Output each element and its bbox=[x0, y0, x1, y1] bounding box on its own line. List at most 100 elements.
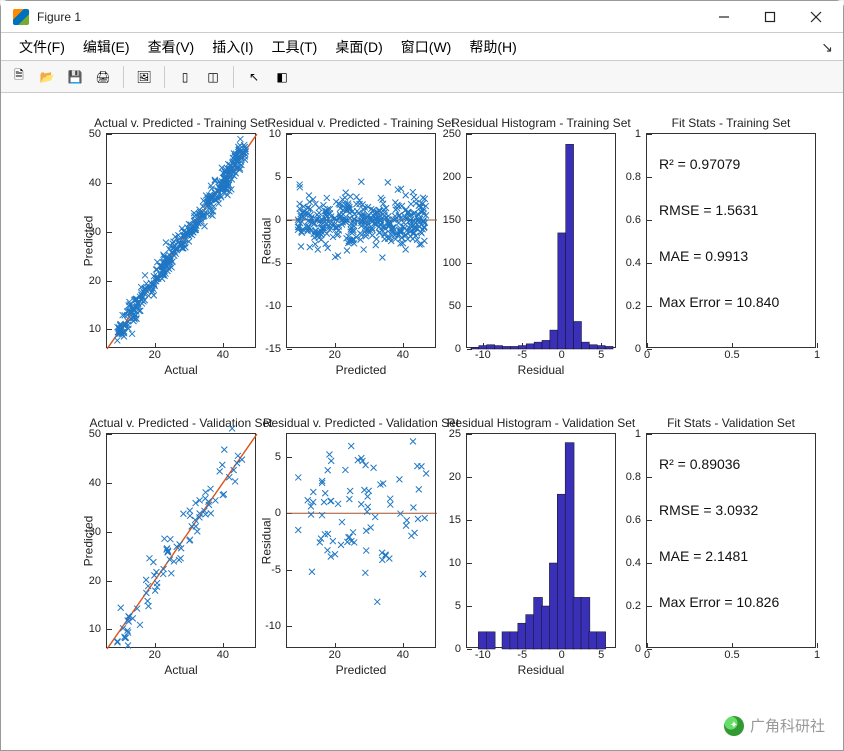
stat-mae: MAE = 2.1481 bbox=[659, 548, 748, 564]
print-button[interactable]: 🖨 bbox=[91, 65, 115, 89]
x-tick-label: 0 bbox=[644, 649, 650, 661]
y-tick-label: 15 bbox=[449, 514, 461, 526]
x-tick-label: 5 bbox=[598, 649, 604, 661]
hist-bar bbox=[597, 346, 605, 349]
y-tick-label: 150 bbox=[443, 214, 461, 226]
hist-bar bbox=[526, 344, 534, 349]
print-icon: 🖨 bbox=[95, 70, 110, 84]
y-axis-label: Predicted bbox=[81, 215, 95, 266]
hist-bar bbox=[589, 632, 598, 649]
x-tick-label: 5 bbox=[598, 349, 604, 361]
hist-bar bbox=[589, 345, 597, 349]
matlab-icon bbox=[13, 9, 29, 25]
hist-bar bbox=[487, 345, 495, 349]
close-button[interactable] bbox=[793, 2, 839, 32]
axes-title: Actual v. Predicted - Training Set bbox=[94, 116, 268, 130]
hist-bar bbox=[518, 623, 527, 649]
new-file-button[interactable]: 🗎 bbox=[7, 65, 31, 89]
menu-bar: 文件(F) 编辑(E) 查看(V) 插入(I) 工具(T) 桌面(D) 窗口(W… bbox=[1, 33, 843, 61]
y-tick-label: 0 bbox=[635, 343, 641, 355]
y-tick-label: -10 bbox=[265, 620, 281, 632]
menu-edit[interactable]: 编辑(E) bbox=[75, 35, 138, 59]
hist-bar bbox=[558, 233, 566, 349]
axes-val_scatter[interactable]: Actual v. Predicted - Validation SetActu… bbox=[106, 433, 256, 648]
x-tick-label: 0 bbox=[644, 349, 650, 361]
axes-title: Residual Histogram - Validation Set bbox=[447, 416, 636, 430]
menu-file[interactable]: 文件(F) bbox=[11, 35, 73, 59]
x-tick-label: 40 bbox=[217, 349, 229, 361]
window-title: Figure 1 bbox=[35, 10, 81, 24]
hist-bar bbox=[565, 443, 574, 649]
axes-val_stats[interactable]: Fit Stats - Validation Set00.5100.20.40.… bbox=[646, 433, 816, 648]
y-tick-label: 5 bbox=[455, 600, 461, 612]
hist-bar bbox=[534, 342, 542, 349]
hist-bar bbox=[518, 346, 526, 349]
arrow-button[interactable]: ↖ bbox=[242, 65, 266, 89]
y-tick-label: 50 bbox=[89, 128, 101, 140]
open-folder-icon: 📂 bbox=[40, 70, 55, 84]
inspect-button[interactable]: ◧ bbox=[270, 65, 294, 89]
hist-bar bbox=[605, 346, 613, 349]
x-axis-label: Actual bbox=[164, 363, 197, 377]
menu-insert[interactable]: 插入(I) bbox=[204, 35, 261, 59]
y-tick-label: 1 bbox=[635, 428, 641, 440]
x-tick-label: 40 bbox=[397, 349, 409, 361]
minimize-button[interactable] bbox=[701, 2, 747, 32]
y-tick-label: 50 bbox=[449, 300, 461, 312]
hist-bar bbox=[479, 346, 487, 349]
y-tick-label: -5 bbox=[271, 257, 281, 269]
axes-val_resid[interactable]: Residual v. Predicted - Validation SetPr… bbox=[286, 433, 436, 648]
hist-bar bbox=[581, 342, 589, 349]
y-tick-label: 40 bbox=[89, 477, 101, 489]
y-tick-label: 0 bbox=[275, 214, 281, 226]
y-tick-label: 0.6 bbox=[626, 214, 641, 226]
menu-help[interactable]: 帮助(H) bbox=[461, 35, 524, 59]
figure-icon: 🖼 bbox=[136, 70, 151, 84]
axes-train_stats[interactable]: Fit Stats - Training Set00.5100.20.40.60… bbox=[646, 133, 816, 348]
menu-overflow-icon[interactable]: ↘ bbox=[821, 39, 833, 56]
axes-title: Residual Histogram - Training Set bbox=[451, 116, 630, 130]
layout-2-button[interactable]: ◫ bbox=[201, 65, 225, 89]
x-tick-label: 0 bbox=[559, 649, 565, 661]
y-tick-label: 0.4 bbox=[626, 557, 641, 569]
y-tick-label: -15 bbox=[265, 343, 281, 355]
hist-bar bbox=[502, 632, 511, 649]
menu-window[interactable]: 窗口(W) bbox=[393, 35, 460, 59]
y-tick-label: 0.4 bbox=[626, 257, 641, 269]
hist-bar bbox=[542, 340, 550, 349]
figure-button[interactable]: 🖼 bbox=[132, 65, 156, 89]
figure-canvas[interactable]: ✦ 广角科研社 Actual v. Predicted - Training S… bbox=[1, 93, 843, 750]
stat-r2: R² = 0.97079 bbox=[659, 156, 740, 172]
maximize-button[interactable] bbox=[747, 2, 793, 32]
layout-1-button[interactable]: ▯ bbox=[173, 65, 197, 89]
x-tick-label: 20 bbox=[149, 649, 161, 661]
y-tick-label: 0 bbox=[635, 643, 641, 655]
y-tick-label: 10 bbox=[89, 323, 101, 335]
y-tick-label: 5 bbox=[275, 451, 281, 463]
save-button[interactable]: 💾 bbox=[63, 65, 87, 89]
axes-train_resid[interactable]: Residual v. Predicted - Training SetPred… bbox=[286, 133, 436, 348]
wechat-icon: ✦ bbox=[724, 716, 744, 736]
stat-maxerror: Max Error = 10.840 bbox=[659, 294, 779, 310]
axes-train_hist[interactable]: Residual Histogram - Training SetResidua… bbox=[466, 133, 616, 348]
menu-desktop[interactable]: 桌面(D) bbox=[327, 35, 390, 59]
x-tick-label: 20 bbox=[329, 349, 341, 361]
hist-bar bbox=[510, 346, 518, 349]
figure-window: Figure 1 文件(F) 编辑(E) 查看(V) 插入(I) 工具(T) 桌… bbox=[0, 0, 844, 751]
layout-1-icon: ▯ bbox=[182, 70, 189, 84]
plot-svg bbox=[107, 134, 257, 349]
axes-train_scatter[interactable]: Actual v. Predicted - Training SetActual… bbox=[106, 133, 256, 348]
open-button[interactable]: 📂 bbox=[35, 65, 59, 89]
hist-bar bbox=[549, 563, 558, 649]
plot-svg bbox=[467, 134, 617, 349]
y-tick-label: 1 bbox=[635, 128, 641, 140]
menu-tools[interactable]: 工具(T) bbox=[263, 35, 325, 59]
x-tick-label: -5 bbox=[517, 649, 527, 661]
axes-val_hist[interactable]: Residual Histogram - Validation SetResid… bbox=[466, 433, 616, 648]
titlebar[interactable]: Figure 1 bbox=[1, 1, 843, 33]
axes-title: Fit Stats - Validation Set bbox=[667, 416, 795, 430]
menu-view[interactable]: 查看(V) bbox=[140, 35, 203, 59]
hist-bar bbox=[510, 632, 519, 649]
y-tick-label: 0 bbox=[455, 343, 461, 355]
x-tick-label: 20 bbox=[149, 349, 161, 361]
